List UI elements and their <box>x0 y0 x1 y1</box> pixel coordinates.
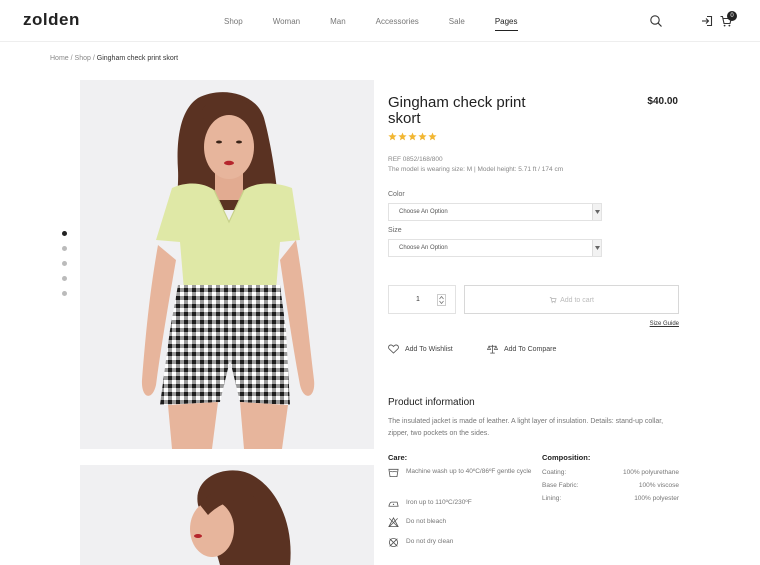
star-icon <box>408 132 417 141</box>
star-icon <box>398 132 407 141</box>
composition-value: 100% polyurethane <box>622 469 679 476</box>
add-to-wishlist-button[interactable]: Add To Wishlist <box>388 344 453 354</box>
no-dry-clean-icon <box>388 537 399 548</box>
composition-part: Lining: <box>542 495 562 502</box>
breadcrumb-separator: / <box>92 55 95 62</box>
machine-wash-icon <box>388 468 399 478</box>
search-icon[interactable] <box>649 14 663 28</box>
breadcrumb: Home / Shop / Gingham check print skort <box>50 55 178 62</box>
add-to-cart-content: Add to cart <box>465 296 678 304</box>
add-to-compare-button[interactable]: Add To Compare <box>487 344 556 354</box>
care-item-text: Iron up to 110ºC/230ºF <box>406 499 472 506</box>
composition-part: Coating: <box>542 469 567 476</box>
gallery-dot[interactable] <box>62 291 67 296</box>
size-select-value: Choose An Option <box>399 245 448 251</box>
care-item-text: Do not dry clean <box>406 538 454 545</box>
product-price: $40.00 <box>647 96 678 107</box>
gallery-dot[interactable] <box>62 276 67 281</box>
care-heading: Care: <box>388 453 408 462</box>
no-bleach-icon <box>388 517 399 528</box>
quantity-stepper[interactable]: 1 <box>388 285 456 314</box>
star-icon <box>388 132 397 141</box>
product-description: The insulated jacket is made of leather.… <box>388 418 664 437</box>
logo[interactable]: zolden <box>23 10 80 30</box>
quantity-value[interactable]: 1 <box>416 296 420 303</box>
composition-value: 100% polyester <box>634 495 679 502</box>
care-item: Do not dry clean <box>388 537 538 548</box>
nav-item-sale[interactable]: Sale <box>449 17 465 31</box>
nav-item-woman[interactable]: Woman <box>273 17 300 31</box>
cart-icon <box>549 297 557 304</box>
add-to-wishlist-label: Add To Wishlist <box>405 345 453 353</box>
nav-item-accessories[interactable]: Accessories <box>376 17 419 31</box>
breadcrumb-home[interactable]: Home <box>50 55 69 62</box>
model-size-info: The model is wearing size: M | Model hei… <box>388 166 564 173</box>
star-icon <box>418 132 427 141</box>
cart-count-badge: 0 <box>727 11 737 21</box>
gallery-dot[interactable] <box>62 246 67 251</box>
main-nav: Shop Woman Man Accessories Sale Pages <box>224 17 548 31</box>
quantity-arrows-icon[interactable] <box>437 294 446 306</box>
add-to-cart-button[interactable]: Add to cart <box>464 285 679 314</box>
composition-part: Base Fabric: <box>542 482 579 489</box>
site-header: zolden Shop Woman Man Accessories Sale P… <box>0 0 760 42</box>
star-icon <box>428 132 437 141</box>
product-image-secondary[interactable] <box>80 465 374 565</box>
size-guide-link[interactable]: Size Guide <box>650 321 679 327</box>
add-to-compare-label: Add To Compare <box>504 345 557 353</box>
product-title: Gingham check print skort <box>388 94 526 127</box>
login-icon[interactable] <box>700 14 714 28</box>
breadcrumb-separator: / <box>70 55 73 62</box>
care-item: Machine wash up to 40ºC/86ºF gentle cycl… <box>388 467 538 478</box>
gallery-dot[interactable] <box>62 231 67 236</box>
breadcrumb-shop[interactable]: Shop <box>75 55 91 62</box>
nav-item-pages[interactable]: Pages <box>494 17 518 31</box>
product-rating <box>388 132 438 141</box>
care-item-text: Do not bleach <box>406 518 447 525</box>
chevron-down-icon[interactable] <box>592 240 601 256</box>
gallery-dot[interactable] <box>62 261 67 266</box>
size-select[interactable]: Choose An Option <box>388 239 602 257</box>
color-select[interactable]: Choose An Option <box>388 203 602 221</box>
product-ref-code: REF 0852/168/800 <box>388 156 443 163</box>
gallery-pagination <box>62 231 67 306</box>
composition-value: 100% viscose <box>638 482 679 489</box>
chevron-down-icon[interactable] <box>592 204 601 220</box>
product-information-heading: Product information <box>388 397 475 408</box>
care-item: Do not bleach <box>388 517 538 528</box>
breadcrumb-current: Gingham check print skort <box>96 55 179 62</box>
heart-icon <box>388 344 399 354</box>
iron-icon <box>388 501 399 507</box>
model-photo <box>80 80 374 449</box>
size-label: Size <box>388 227 402 234</box>
add-to-cart-label: Add to cart <box>560 296 594 304</box>
color-select-value: Choose An Option <box>399 209 448 215</box>
scale-icon <box>487 344 498 354</box>
composition-heading: Composition: <box>542 453 591 462</box>
product-ref: REF 0852/168/800 The model is wearing si… <box>388 155 563 175</box>
nav-item-man[interactable]: Man <box>330 17 346 31</box>
care-item: Iron up to 110ºC/230ºF <box>388 498 538 509</box>
care-item-text: Machine wash up to 40ºC/86ºF gentle cycl… <box>406 468 532 475</box>
nav-item-shop[interactable]: Shop <box>224 17 243 31</box>
color-label: Color <box>388 191 405 198</box>
model-photo-side <box>80 465 374 565</box>
product-image-main[interactable] <box>80 80 374 449</box>
